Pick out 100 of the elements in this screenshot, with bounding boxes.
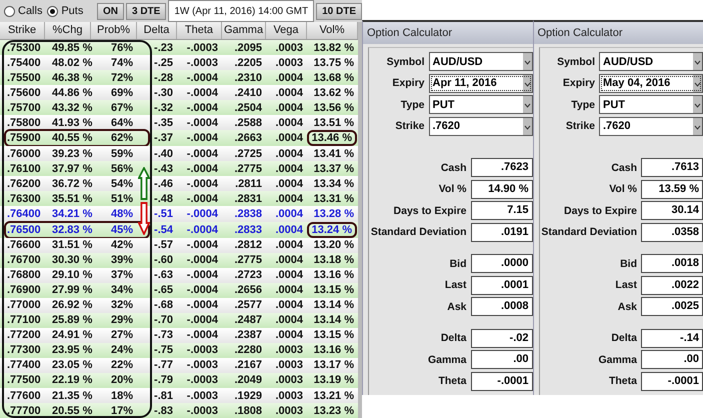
table-cell: 22%	[110, 359, 133, 372]
field-label: Cash	[610, 162, 637, 174]
table-cell: .2487	[234, 314, 262, 326]
column-header[interactable]: Delta	[137, 22, 177, 39]
table-cell: 13.20 %	[314, 239, 354, 252]
value-field[interactable]: -.0001	[641, 372, 703, 391]
value-field[interactable]: .0000	[470, 254, 532, 274]
value-field[interactable]: -.0001	[470, 372, 532, 391]
value-field[interactable]: .0018	[641, 254, 703, 274]
value-field[interactable]: 30.14	[641, 201, 703, 220]
column-header[interactable]: Vol%	[307, 22, 358, 39]
table-cell: 13.14 %	[314, 314, 354, 326]
value-field[interactable]: 13.59 %	[641, 180, 703, 199]
dropdown[interactable]: .7620	[428, 116, 532, 136]
table-cell: .2310	[234, 72, 262, 84]
table-cell: -.0004	[186, 116, 218, 129]
value-field[interactable]: -.14	[641, 328, 703, 348]
table-cell: .76100	[7, 162, 41, 175]
tab[interactable]: 10 DTE	[316, 2, 362, 20]
dropdown[interactable]: PUT	[428, 95, 532, 114]
dropdown[interactable]: AUD/USD	[428, 52, 532, 72]
table-cell: -.65	[154, 284, 173, 296]
table-cell: .2280	[234, 344, 262, 356]
field-label: Theta	[608, 375, 637, 388]
table-cell: 13.15 %	[314, 284, 354, 296]
table-cell: -.0003	[186, 42, 218, 54]
table-cell: -.0003	[186, 56, 218, 69]
table-cell: 23.95 %	[52, 344, 92, 356]
column-header[interactable]: Vega	[266, 22, 307, 39]
table-cell: .2775	[234, 162, 262, 175]
table-cell: .0004	[275, 224, 303, 236]
table-cell: 39%	[110, 254, 133, 266]
value-field[interactable]: .0191	[470, 222, 532, 242]
table-cell: .2775	[234, 254, 262, 266]
column-header[interactable]: Prob%	[91, 22, 137, 39]
tab[interactable]: 1W (Apr 11, 2016) 14:00 GMT	[168, 0, 314, 22]
dropdown[interactable]: May 04, 2016	[599, 74, 703, 93]
value-field[interactable]: -.02	[470, 328, 532, 348]
value-field[interactable]: .0358	[641, 222, 703, 242]
dropdown[interactable]: PUT	[599, 95, 703, 114]
table-cell: .77100	[7, 314, 41, 326]
table-cell: -.43	[154, 162, 173, 175]
field-label: Days to Expire	[392, 204, 466, 217]
table-cell: 13.34 %	[314, 178, 354, 190]
table-cell: .0003	[275, 56, 303, 69]
value-field[interactable]: .0001	[470, 276, 532, 295]
field-label: Standard Deviation	[540, 226, 637, 238]
dropdown[interactable]: Apr 11, 2016	[428, 74, 532, 93]
table-cell: -.0004	[186, 329, 218, 342]
table-cell: 31.51 %	[52, 239, 92, 252]
table-cell: .77600	[7, 390, 41, 402]
table-cell: 54%	[110, 178, 133, 190]
table-cell: -.51	[154, 208, 173, 220]
table-cell: .0004	[275, 239, 303, 252]
value-field[interactable]: 7.15	[470, 201, 532, 220]
table-cell: 27.99 %	[52, 284, 92, 296]
field-label: Delta	[610, 332, 637, 344]
table-cell: -.0004	[186, 162, 218, 175]
table-cell: -.77	[154, 359, 173, 372]
table-cell: 13.41 %	[314, 148, 354, 160]
table-cell: .75300	[7, 42, 41, 54]
field-label: Delta	[440, 332, 466, 344]
table-cell: 20.55 %	[52, 404, 92, 417]
table-cell: .2049	[234, 374, 262, 386]
value-field[interactable]: .7613	[641, 158, 703, 178]
field-label: Vol %	[438, 183, 466, 196]
table-cell: 32%	[110, 299, 133, 312]
table-cell: -.28	[154, 72, 173, 84]
value-field[interactable]: .0025	[641, 297, 703, 316]
dropdown[interactable]: AUD/USD	[599, 52, 703, 72]
table-cell: .0004	[275, 162, 303, 175]
column-header[interactable]: Gamma	[222, 22, 266, 39]
tab[interactable]: ON	[96, 2, 124, 20]
table-cell: .2656	[234, 284, 262, 296]
table-cell: .2723	[234, 269, 262, 282]
value-field[interactable]: .0008	[470, 297, 532, 316]
table-cell: -.0004	[186, 314, 218, 326]
table-cell: .76000	[7, 148, 41, 160]
column-header[interactable]: Strike	[0, 22, 45, 39]
table-cell: -.0004	[186, 269, 218, 282]
value-field[interactable]: .00	[641, 350, 703, 370]
radio-option[interactable]: Calls	[4, 5, 48, 17]
table-cell: -.25	[154, 56, 173, 69]
column-header[interactable]: %Chg	[45, 22, 91, 39]
value-field[interactable]: 14.90 %	[470, 180, 532, 199]
table-cell: .2095	[234, 42, 262, 54]
tab[interactable]: 3 DTE	[126, 2, 166, 20]
table-cell: 13.21 %	[314, 390, 354, 402]
value-field[interactable]: .7623	[470, 158, 532, 178]
column-header[interactable]: Theta	[177, 22, 222, 39]
table-cell: .75900	[7, 132, 41, 144]
table-cell: .0004	[275, 299, 303, 312]
table-cell: -.54	[154, 224, 173, 236]
value-field[interactable]: .0022	[641, 276, 703, 295]
dropdown[interactable]: .7620	[599, 116, 703, 136]
table-cell: 64%	[110, 116, 133, 129]
value-field[interactable]: .00	[470, 350, 532, 370]
radio-option[interactable]: Puts	[47, 5, 91, 17]
table-cell: .0004	[275, 314, 303, 326]
table-cell: -.0004	[186, 192, 218, 205]
